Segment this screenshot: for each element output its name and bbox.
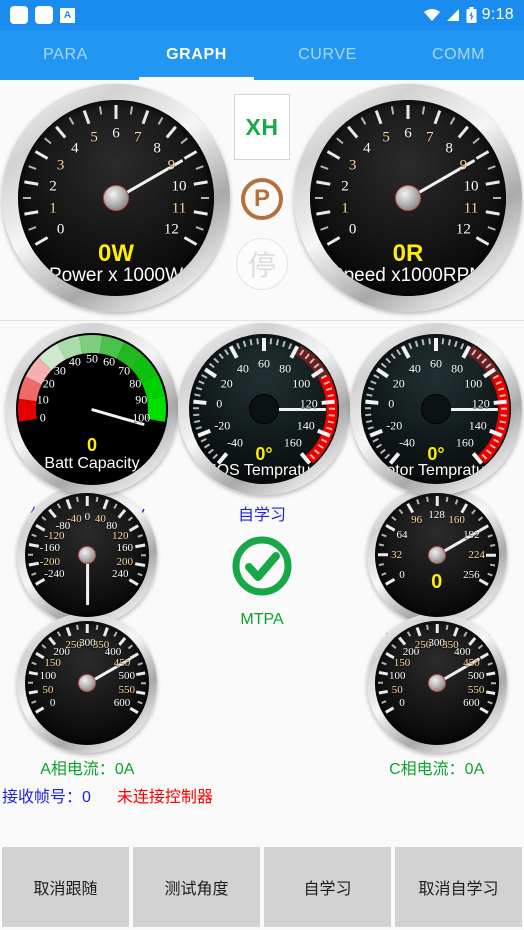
speed-label: Speed x1000RPM (330, 265, 486, 286)
motor-label: Motor Temprature (373, 462, 499, 479)
stop-indicator-icon: 停 (236, 238, 288, 290)
top-gauge-row: 0W Power x 1000W 0 1 2 3 4 5 6 7 8 9 10 11 12 XH P 停… (0, 80, 524, 320)
power-label: Power x 1000W (48, 265, 184, 286)
power-gauge: 0W Power x 1000W 0 1 2 3 4 5 6 7 8 9 10 11 12 (2, 84, 230, 312)
battery-icon (466, 7, 477, 23)
mtpa-group: MTPA (175, 527, 350, 629)
tab-graph[interactable]: GRAPH (131, 30, 262, 80)
phase-c-current-label: C相电流：0A (389, 761, 485, 778)
mos-label: MOS Temprature (203, 462, 325, 479)
status-bar-left-icons: A (10, 6, 75, 24)
action-button-bar: 取消跟随 测试角度 自学习 取消自学习 (0, 844, 524, 930)
cancel-self-learn-button[interactable]: 取消自学习 (395, 847, 522, 927)
clock: 9:18 (481, 6, 514, 23)
square-icon (10, 6, 28, 24)
second-gauge-row: 0 Batt Capacity 0 10 20 30 40 50 60 70 80 90 100 0… (0, 321, 524, 495)
mos-temperature-gauge: 0° MOS Temprature -40 -20 0 20 40 60 80 100 120 1… (178, 323, 350, 495)
tab-bar: PARA GRAPH CURVE COMM (0, 30, 524, 80)
speed-value: 0R (392, 240, 424, 267)
self-learn-button[interactable]: 自学习 (264, 847, 391, 927)
phase-c-group: 0 50 100 150 200 250 300 350 400 450 500 550 600 C相电… (349, 613, 524, 779)
phase-a-group: 0 50 100 150 200 250 300 350 400 450 500 550 600 A相电… (0, 613, 175, 779)
xh-indicator: XH (234, 94, 290, 160)
power-value: 0W (98, 240, 134, 267)
battery-value: 0 (86, 435, 97, 455)
self-learn-label: 自学习 (238, 507, 287, 524)
status-bar: A 9:18 (0, 0, 524, 30)
a-badge-icon: A (60, 7, 75, 23)
graph-panel: 0W Power x 1000W 0 1 2 3 4 5 6 7 8 9 10 11 12 XH P 停… (0, 80, 524, 807)
battery-gauge: 0 Batt Capacity 0 10 20 30 40 50 60 70 80 90 100 (6, 323, 178, 495)
throttle-value: 0 (431, 571, 443, 593)
wifi-icon (423, 8, 440, 21)
speed-gauge: 0R Speed x1000RPM 0 1 2 3 4 5 6 7 8 9 10 11 12 (294, 84, 522, 312)
test-angle-button[interactable]: 测试角度 (133, 847, 260, 927)
frame-count-label: 接收帧号：0 (2, 789, 91, 806)
status-bar-right-icons: 9:18 (423, 6, 514, 24)
phase-a-current-label: A相电流：0A (40, 761, 135, 778)
signal-icon (446, 9, 459, 21)
park-indicator-icon: P (241, 178, 283, 220)
motor-temperature-gauge: 0° Motor Temprature -40 -20 0 20 40 60 80 100 12… (350, 323, 522, 495)
tab-para[interactable]: PARA (0, 30, 131, 80)
check-circle-icon (232, 536, 292, 596)
connection-status-row: 接收帧号：0 未连接控制器 (0, 779, 524, 807)
connection-status-label: 未连接控制器 (116, 789, 213, 806)
square-icon (35, 6, 53, 24)
tab-curve[interactable]: CURVE (262, 30, 393, 80)
cancel-follow-button[interactable]: 取消跟随 (2, 847, 129, 927)
battery-label: Batt Capacity (44, 455, 140, 472)
center-indicator-column: XH P 停 (230, 84, 294, 290)
mtpa-label: MTPA (240, 611, 284, 628)
fourth-gauge-row: 0 50 100 150 200 250 300 350 400 450 500 550 600 A相电… (0, 613, 524, 779)
tab-comm[interactable]: COMM (393, 30, 524, 80)
